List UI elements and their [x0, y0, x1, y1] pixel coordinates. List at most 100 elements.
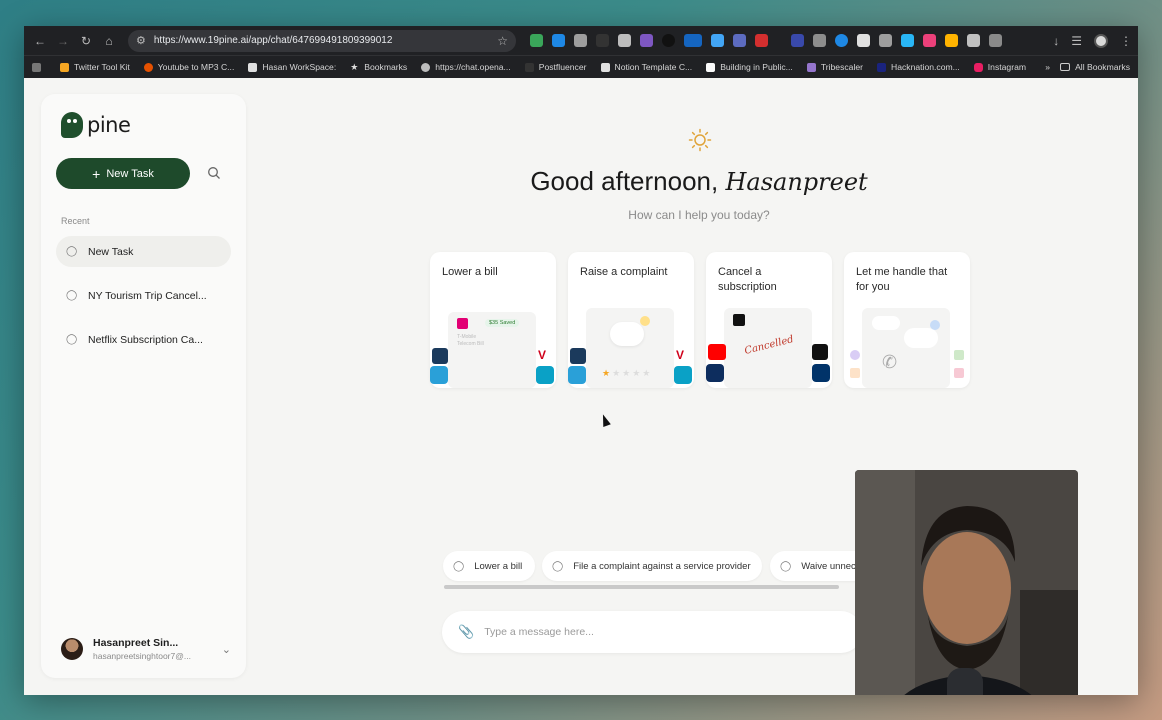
sidebar-item-ny-tourism[interactable]: ◯ NY Tourism Trip Cancel...	[56, 280, 231, 311]
address-bar[interactable]: ⚙ https://www.19pine.ai/app/chat/6476994…	[128, 29, 516, 52]
sidebar-item-label: Netflix Subscription Ca...	[88, 333, 203, 346]
rating-stars-icon: ★★★★★	[602, 368, 653, 378]
bookmark-item[interactable]: Tribescaler	[806, 62, 863, 72]
emoji-icon	[640, 316, 650, 326]
extension-icon[interactable]	[733, 34, 746, 47]
bookmark-item[interactable]: Twitter Tool Kit	[60, 62, 130, 72]
download-icon[interactable]: ↓	[1053, 34, 1059, 48]
extension-icon[interactable]	[857, 34, 870, 47]
sun-icon	[688, 128, 712, 152]
sidebar-item-label: NY Tourism Trip Cancel...	[88, 289, 207, 302]
apps-icon[interactable]	[32, 62, 46, 72]
card-raise-complaint[interactable]: Raise a complaint ★★★★★ V	[568, 252, 694, 388]
new-task-button[interactable]: + New Task	[56, 158, 190, 189]
cox-logo-icon	[674, 366, 692, 384]
extension-icon[interactable]	[596, 34, 609, 47]
bookmark-item[interactable]: Postfluencer	[524, 62, 587, 72]
nfl-logo-icon	[812, 364, 830, 382]
bookmark-item[interactable]: Hasan WorkSpace:	[248, 62, 336, 72]
extensions-puzzle-icon[interactable]	[989, 34, 1002, 47]
bookmark-item[interactable]: Building in Public...	[706, 62, 793, 72]
bookmark-item[interactable]: https://chat.opena...	[421, 62, 511, 72]
reload-icon[interactable]: ↻	[76, 31, 96, 51]
extension-icon[interactable]	[574, 34, 587, 47]
menu-icon[interactable]: ⋮	[1120, 34, 1132, 48]
card-illustration: $35 Saved T-Mobile Telecom Bill V	[430, 304, 556, 388]
extension-icon[interactable]	[640, 34, 653, 47]
suggestion-lower-bill[interactable]: ◯ Lower a bill	[443, 551, 535, 581]
bookmark-item[interactable]: ★ Bookmarks	[350, 62, 407, 72]
extension-icon[interactable]	[791, 34, 804, 47]
more-bookmarks-button[interactable]: »	[1045, 62, 1050, 72]
extension-icon[interactable]	[967, 34, 980, 47]
bookmark-star-icon[interactable]: ☆	[497, 34, 508, 48]
sidebar-item-new-task[interactable]: ◯ New Task	[56, 236, 231, 267]
extension-icon[interactable]	[945, 34, 958, 47]
decor-icon	[850, 350, 860, 360]
suggestion-label: Lower a bill	[474, 560, 523, 572]
home-icon[interactable]: ⌂	[99, 31, 119, 51]
webcam-overlay	[855, 470, 1078, 695]
extension-icon[interactable]	[530, 34, 543, 47]
extension-icon[interactable]	[923, 34, 936, 47]
chat-bubble-icon	[872, 316, 900, 330]
extension-icon[interactable]	[879, 34, 892, 47]
decor-icon	[850, 368, 860, 378]
sprint-logo-icon	[432, 348, 448, 364]
site-settings-icon[interactable]: ⚙	[136, 34, 146, 47]
bookmark-item[interactable]: Hacknation.com...	[877, 62, 960, 72]
extension-icon[interactable]	[662, 34, 675, 47]
card-let-me-handle[interactable]: Let me handle that for you ✆	[844, 252, 970, 388]
phone-icon: ✆	[882, 352, 898, 372]
youtube-logo-icon	[708, 344, 726, 360]
user-name: Hasanpreet Sin...	[93, 637, 179, 649]
suggestion-waive[interactable]: ◯ Waive unnec	[770, 551, 860, 581]
card-cancel-subscription[interactable]: Cancel a subscription Cancelled	[706, 252, 832, 388]
extension-icon[interactable]	[711, 34, 724, 47]
chat-bubble-icon: ◯	[552, 560, 564, 572]
new-task-label: New Task	[106, 167, 154, 180]
forward-icon[interactable]: →	[53, 31, 73, 51]
user-profile[interactable]: Hasanpreet Sin... hasanpreetsinghtoor7@.…	[61, 632, 231, 666]
card-illustration: Cancelled	[706, 304, 832, 388]
card-title: Lower a bill	[442, 266, 498, 278]
profile-icon[interactable]	[1094, 33, 1108, 48]
extension-icon[interactable]	[552, 34, 565, 47]
plus-icon: +	[92, 165, 101, 182]
presenter-video	[855, 470, 1078, 695]
search-icon[interactable]	[207, 166, 221, 180]
chat-bubble-icon	[610, 322, 644, 346]
bookmark-item[interactable]: Youtube to MP3 C...	[143, 62, 234, 72]
chevron-down-icon[interactable]: ⌄	[222, 643, 231, 656]
suggestion-label: Waive unnec	[801, 560, 856, 572]
bookmark-item[interactable]: Notion Template C...	[600, 62, 692, 72]
mouse-cursor	[599, 412, 611, 428]
message-input[interactable]	[484, 626, 825, 638]
all-bookmarks-folder[interactable]: All Bookmarks	[1060, 62, 1130, 72]
back-icon[interactable]: ←	[30, 31, 50, 51]
recent-label: Recent	[61, 216, 90, 226]
suggestions-scrollbar[interactable]	[444, 585, 839, 589]
tmobile-logo-icon	[457, 318, 468, 329]
logo-text: pine	[87, 113, 131, 137]
media-icon[interactable]: ☰	[1071, 34, 1082, 48]
card-lower-bill[interactable]: Lower a bill $35 Saved T-Mobile Telecom …	[430, 252, 556, 388]
extension-icon[interactable]	[901, 34, 914, 47]
pine-logo-icon	[61, 112, 83, 138]
extension-icon[interactable]	[755, 34, 768, 47]
question-icon	[930, 320, 940, 330]
bookmark-item[interactable]: Instagram	[973, 62, 1026, 72]
extension-icon[interactable]	[835, 34, 848, 47]
suggestion-label: File a complaint against a service provi…	[573, 560, 751, 572]
extension-icon[interactable]	[813, 34, 826, 47]
extension-icon[interactable]	[618, 34, 631, 47]
decor-icon	[954, 350, 964, 360]
paperclip-icon[interactable]: 📎	[458, 624, 474, 640]
suggestion-file-complaint[interactable]: ◯ File a complaint against a service pro…	[542, 551, 762, 581]
sidebar-item-netflix[interactable]: ◯ Netflix Subscription Ca...	[56, 324, 231, 355]
pine-logo[interactable]: pine	[61, 112, 131, 138]
toolbar-right: ↓ ☰ ⋮	[1053, 33, 1132, 48]
chat-bubble-icon: ◯	[453, 560, 465, 572]
card-title: Raise a complaint	[580, 266, 668, 278]
extension-icon[interactable]	[684, 34, 702, 47]
